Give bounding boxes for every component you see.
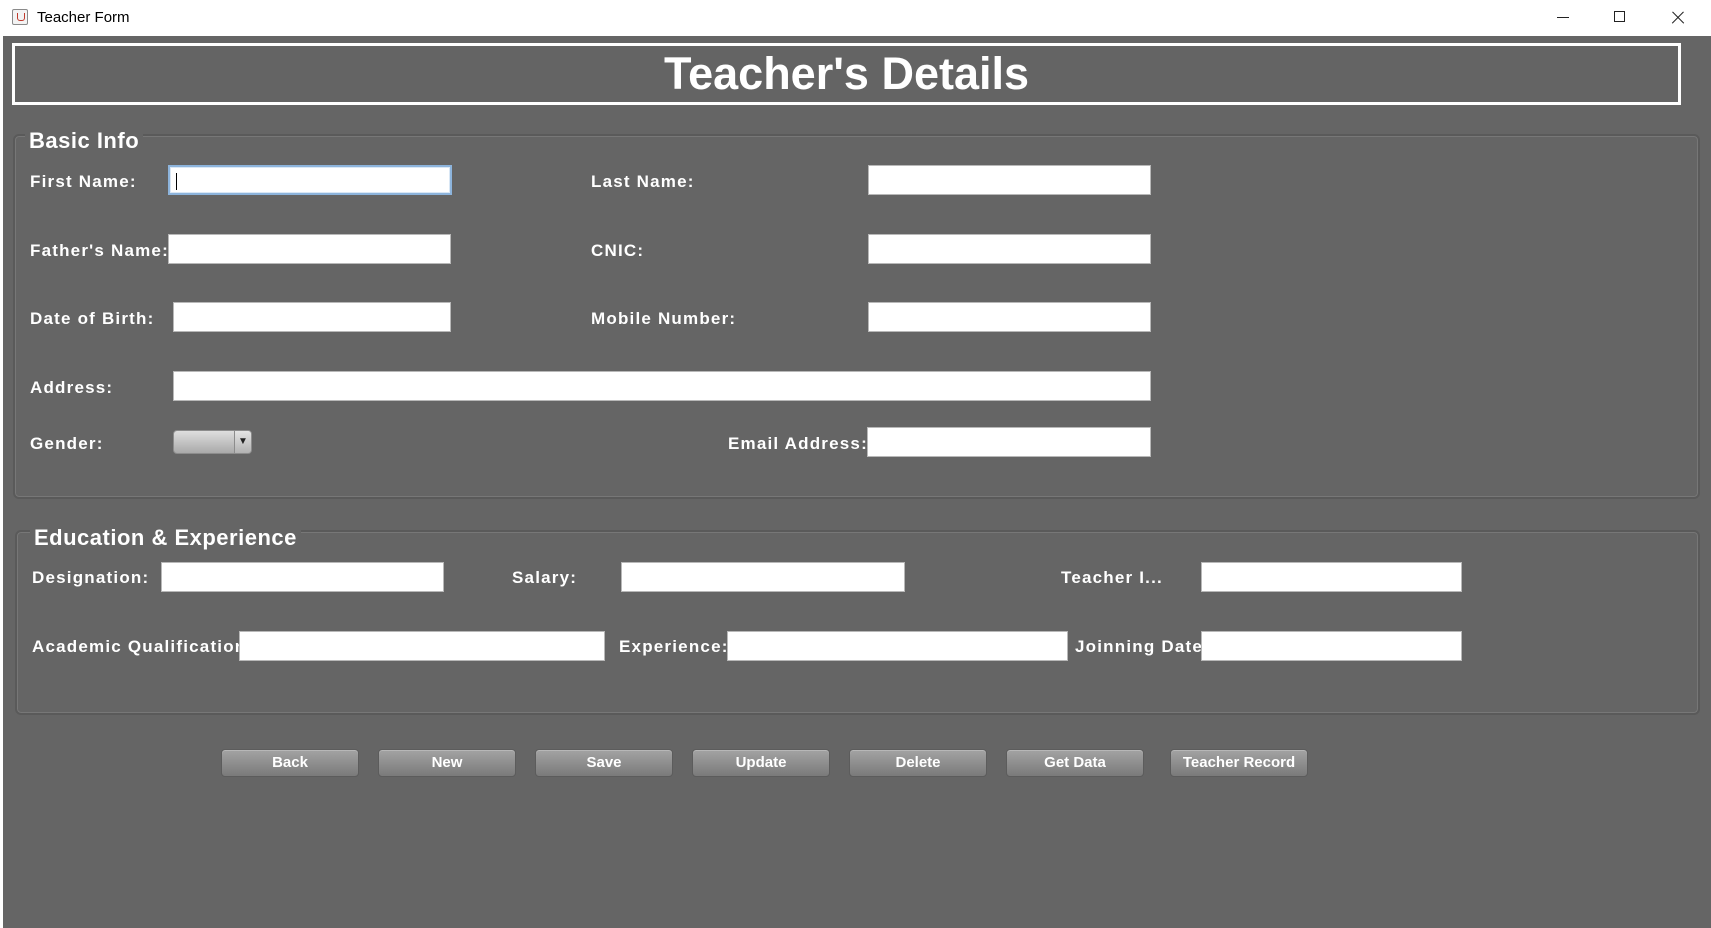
close-icon[interactable] — [1650, 0, 1706, 36]
fathers-name-label: Father's Name: — [30, 241, 169, 260]
update-button[interactable]: Update — [692, 749, 830, 777]
maximize-icon[interactable] — [1592, 0, 1648, 36]
java-app-icon — [12, 9, 28, 25]
salary-field[interactable] — [621, 562, 905, 592]
mobile-number-field[interactable] — [868, 302, 1151, 332]
last-name-label: Last Name: — [591, 172, 695, 191]
email-address-label: Email Address: — [728, 434, 868, 453]
designation-label: Designation: — [32, 568, 150, 587]
new-button[interactable]: New — [378, 749, 516, 777]
gender-dropdown[interactable]: ▼ — [173, 430, 252, 454]
date-of-birth-field[interactable] — [173, 302, 451, 332]
cnic-label: CNIC: — [591, 241, 645, 260]
academic-qualification-label: Academic Qualification: — [32, 637, 254, 656]
teacher-id-label: Teacher I... — [1061, 568, 1163, 587]
gender-label: Gender: — [30, 434, 104, 453]
first-name-field[interactable] — [168, 165, 452, 195]
fathers-name-field[interactable] — [168, 234, 451, 264]
salary-label: Salary: — [512, 568, 578, 587]
experience-field[interactable] — [727, 631, 1068, 661]
designation-field[interactable] — [161, 562, 444, 592]
teacher-id-field[interactable] — [1201, 562, 1462, 592]
academic-qualification-field[interactable] — [239, 631, 605, 661]
text-caret — [176, 173, 177, 190]
cnic-field[interactable] — [868, 234, 1151, 264]
education-experience-panel: Education & Experience Designation: Sala… — [15, 525, 1700, 715]
basic-info-panel: Basic Info First Name: Last Name: Father… — [13, 128, 1700, 499]
address-field[interactable] — [173, 371, 1151, 401]
mobile-number-label: Mobile Number: — [591, 309, 737, 328]
email-address-field[interactable] — [867, 427, 1151, 457]
first-name-label: First Name: — [30, 172, 137, 191]
save-button[interactable]: Save — [535, 749, 673, 777]
joining-date-label: Joinning Date: — [1075, 637, 1210, 656]
experience-label: Experience: — [619, 637, 729, 656]
page-header: Teacher's Details — [12, 43, 1681, 105]
window-title: Teacher Form — [37, 9, 130, 26]
joining-date-field[interactable] — [1201, 631, 1462, 661]
page-title: Teacher's Details — [663, 48, 1030, 99]
last-name-field[interactable] — [868, 165, 1151, 195]
teacher-record-button[interactable]: Teacher Record — [1170, 749, 1308, 777]
window-titlebar: Teacher Form — [0, 0, 1711, 36]
address-label: Address: — [30, 378, 114, 397]
chevron-down-icon[interactable]: ▼ — [234, 431, 251, 453]
date-of-birth-label: Date of Birth: — [30, 309, 155, 328]
basic-info-legend: Basic Info — [25, 128, 144, 154]
get-data-button[interactable]: Get Data — [1006, 749, 1144, 777]
education-experience-legend: Education & Experience — [30, 525, 301, 551]
minimize-icon[interactable] — [1535, 0, 1591, 36]
delete-button[interactable]: Delete — [849, 749, 987, 777]
form-content: Teacher's Details Basic Info First Name:… — [3, 36, 1711, 928]
back-button[interactable]: Back — [221, 749, 359, 777]
